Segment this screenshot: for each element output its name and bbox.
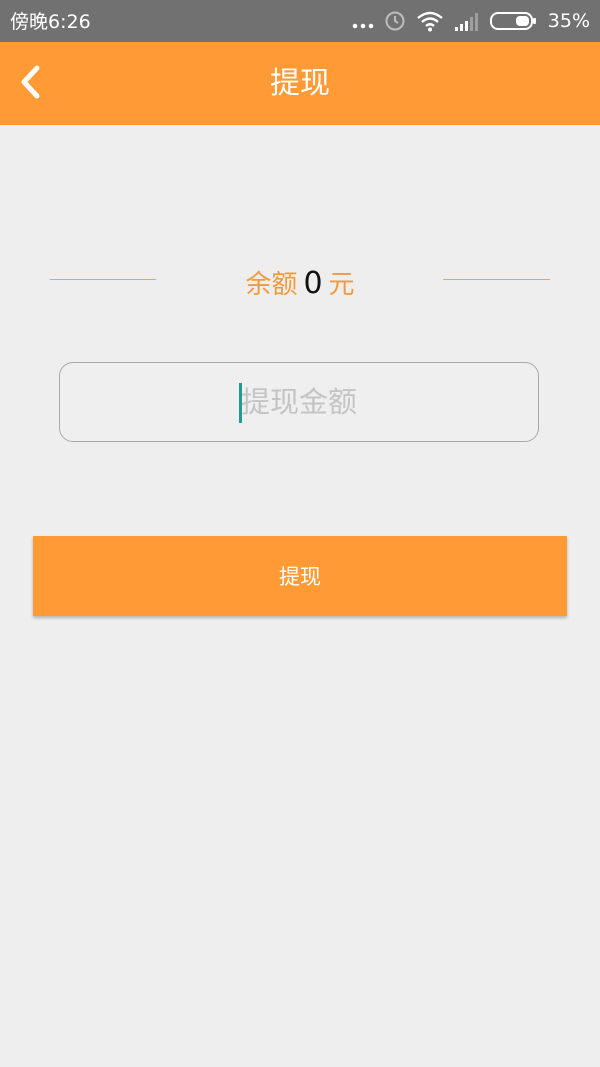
withdraw-amount-input[interactable] [60,363,538,441]
withdraw-amount-field[interactable] [59,362,539,442]
alarm-icon [384,9,406,33]
balance-value: 0 [303,266,323,301]
text-cursor [239,383,242,423]
status-bar: 傍晚6:26 35% [0,0,600,42]
withdraw-button[interactable]: 提现 [33,536,567,616]
battery-percentage: 35% [547,10,590,32]
balance-divider-right [443,279,550,280]
status-time: 傍晚6:26 [10,11,91,33]
wifi-icon [416,9,444,33]
balance-display: 余额 0 元 [0,262,600,307]
balance-row: 余额 0 元 [0,262,600,308]
more-dots-icon [352,9,374,33]
status-icons: 35% [352,9,590,33]
balance-label: 余额 [245,270,298,300]
battery-icon [489,9,538,33]
balance-unit: 元 [328,270,355,300]
withdraw-button-label: 提现 [279,565,321,589]
app-bar: 提现 [0,42,600,125]
signal-icon [454,9,480,33]
page-title: 提现 [270,66,330,101]
